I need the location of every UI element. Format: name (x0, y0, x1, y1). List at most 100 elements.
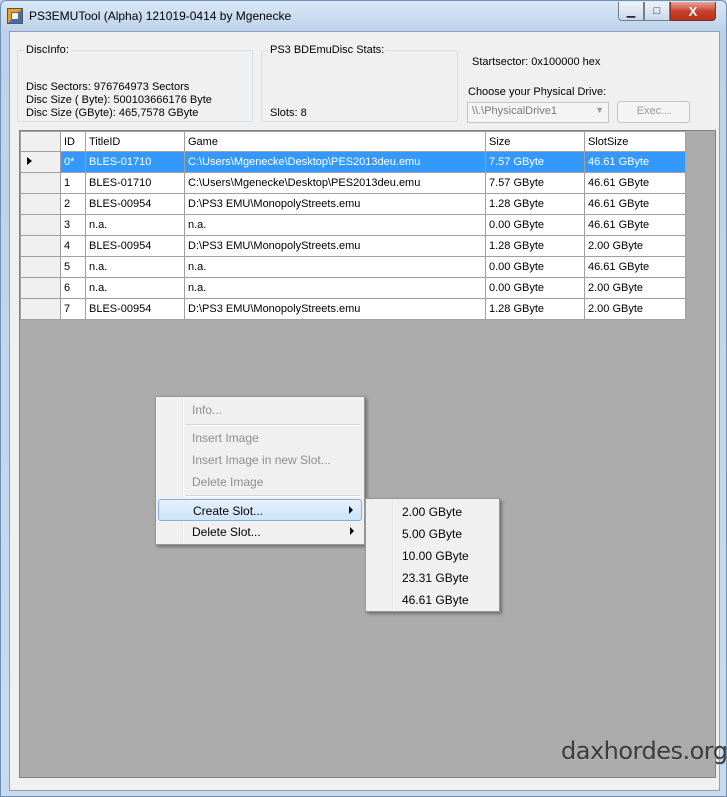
cell-id[interactable]: 6 (60, 277, 86, 299)
menu-item-insert-image[interactable]: Insert Image (158, 427, 362, 449)
submenu-item-10gb[interactable]: 10.00 GByte (368, 545, 497, 567)
cell-titleid[interactable]: n.a. (85, 214, 185, 236)
cell-size[interactable]: 1.28 GByte (485, 235, 585, 257)
minimize-button[interactable]: ▁ (618, 2, 644, 21)
menu-item-delete-slot[interactable]: Delete Slot... (158, 521, 362, 543)
cell-slotsize[interactable]: 2.00 GByte (584, 298, 686, 320)
cell-size[interactable]: 0.00 GByte (485, 256, 585, 278)
row-header[interactable] (20, 298, 61, 320)
submenu-item-46gb[interactable]: 46.61 GByte (368, 589, 497, 611)
menu-item-info[interactable]: Info... (158, 399, 362, 421)
table-row[interactable]: 7 BLES-00954 D:\PS3 EMU\MonopolyStreets.… (20, 298, 686, 320)
close-button[interactable]: X (670, 2, 716, 21)
cell-game[interactable]: D:\PS3 EMU\MonopolyStreets.emu (184, 235, 486, 257)
cell-id[interactable]: 3 (60, 214, 86, 236)
cell-size[interactable]: 0.00 GByte (485, 214, 585, 236)
cell-game[interactable]: n.a. (184, 214, 486, 236)
row-header[interactable] (20, 256, 61, 278)
cell-id[interactable]: 1 (60, 172, 86, 194)
cell-titleid[interactable]: BLES-00954 (85, 298, 185, 320)
table-row[interactable]: 0* BLES-01710 C:\Users\Mgenecke\Desktop\… (20, 151, 686, 173)
column-header-slotsize[interactable]: SlotSize (584, 131, 686, 152)
chevron-down-icon: ▼ (595, 105, 604, 115)
menu-item-insert-image-new-slot[interactable]: Insert Image in new Slot... (158, 449, 362, 471)
submenu-item-5gb[interactable]: 5.00 GByte (368, 523, 497, 545)
menu-item-create-slot[interactable]: Create Slot... (158, 499, 362, 521)
row-header[interactable] (20, 214, 61, 236)
cell-game[interactable]: D:\PS3 EMU\MonopolyStreets.emu (184, 193, 486, 215)
table-row[interactable]: 1 BLES-01710 C:\Users\Mgenecke\Desktop\P… (20, 172, 686, 194)
cell-slotsize[interactable]: 46.61 GByte (584, 214, 686, 236)
table-row[interactable]: 6 n.a. n.a. 0.00 GByte 2.00 GByte (20, 277, 686, 299)
disc-size-byte-text: Disc Size ( Byte): 500103666176 Byte (26, 94, 212, 106)
cell-size[interactable]: 1.28 GByte (485, 193, 585, 215)
watermark: daxhordes.org (561, 737, 727, 765)
menu-separator (186, 495, 360, 497)
cell-slotsize[interactable]: 2.00 GByte (584, 277, 686, 299)
submenu-item-23gb[interactable]: 23.31 GByte (368, 567, 497, 589)
column-header-titleid[interactable]: TitleID (85, 131, 185, 152)
menu-item-info-label: Info... (192, 403, 223, 417)
cell-game[interactable]: C:\Users\Mgenecke\Desktop\PES2013deu.emu (184, 151, 486, 173)
cell-titleid[interactable]: BLES-00954 (85, 235, 185, 257)
menu-item-create-slot-label: Create Slot... (193, 504, 264, 518)
table-row[interactable]: 3 n.a. n.a. 0.00 GByte 46.61 GByte (20, 214, 686, 236)
cell-game[interactable]: C:\Users\Mgenecke\Desktop\PES2013deu.emu (184, 172, 486, 194)
menu-separator (186, 424, 360, 426)
submenu-item-label: 23.31 GByte (402, 571, 469, 585)
cell-slotsize[interactable]: 46.61 GByte (584, 193, 686, 215)
row-header[interactable] (20, 151, 61, 173)
slots-table: ID TitleID Game Size SlotSize 0* BLES-01… (20, 131, 686, 320)
physical-drive-select[interactable]: \\.\PhysicalDrive1 ▼ (467, 102, 609, 123)
app-icon[interactable] (7, 8, 23, 24)
cell-slotsize[interactable]: 46.61 GByte (584, 151, 686, 173)
cell-id[interactable]: 7 (60, 298, 86, 320)
cell-titleid[interactable]: n.a. (85, 256, 185, 278)
menu-item-insert-image-new-slot-label: Insert Image in new Slot... (192, 453, 331, 467)
cell-id[interactable]: 5 (60, 256, 86, 278)
row-header[interactable] (20, 235, 61, 257)
cell-size[interactable]: 1.28 GByte (485, 298, 585, 320)
table-row[interactable]: 5 n.a. n.a. 0.00 GByte 46.61 GByte (20, 256, 686, 278)
disc-info-group: DiscInfo: Disc Sectors: 976764973 Sector… (17, 44, 253, 122)
submenu-item-label: 2.00 GByte (402, 505, 463, 519)
cell-slotsize[interactable]: 46.61 GByte (584, 172, 686, 194)
table-header-row: ID TitleID Game Size SlotSize (20, 131, 686, 152)
column-header-size[interactable]: Size (485, 131, 585, 152)
disc-size-gbyte-text: Disc Size (GByte): 465,7578 GByte (26, 107, 199, 119)
slots-grid[interactable]: ID TitleID Game Size SlotSize 0* BLES-01… (19, 130, 716, 778)
submenu-item-label: 10.00 GByte (402, 549, 469, 563)
submenu-item-2gb[interactable]: 2.00 GByte (368, 501, 497, 523)
cell-game[interactable]: D:\PS3 EMU\MonopolyStreets.emu (184, 298, 486, 320)
cell-titleid[interactable]: BLES-01710 (85, 151, 185, 173)
row-header[interactable] (20, 277, 61, 299)
emu-stats-group: PS3 BDEmuDisc Stats: Slots: 8 (261, 44, 458, 122)
cell-titleid[interactable]: BLES-01710 (85, 172, 185, 194)
menu-item-delete-image[interactable]: Delete Image (158, 471, 362, 493)
cell-size[interactable]: 7.57 GByte (485, 151, 585, 173)
cell-size[interactable]: 0.00 GByte (485, 277, 585, 299)
cell-slotsize[interactable]: 2.00 GByte (584, 235, 686, 257)
cell-slotsize[interactable]: 46.61 GByte (584, 256, 686, 278)
column-header-game[interactable]: Game (184, 131, 486, 152)
table-row[interactable]: 2 BLES-00954 D:\PS3 EMU\MonopolyStreets.… (20, 193, 686, 215)
title-bar[interactable]: PS3EMUTool (Alpha) 121019-0414 by Mgenec… (1, 1, 726, 31)
cell-id[interactable]: 2 (60, 193, 86, 215)
row-header[interactable] (20, 172, 61, 194)
cell-id[interactable]: 0* (60, 151, 86, 173)
maximize-button[interactable]: □ (644, 2, 670, 21)
cell-game[interactable]: n.a. (184, 256, 486, 278)
cell-titleid[interactable]: BLES-00954 (85, 193, 185, 215)
menu-item-delete-slot-label: Delete Slot... (192, 525, 261, 539)
cell-id[interactable]: 4 (60, 235, 86, 257)
exec-button[interactable]: Exec... (617, 101, 690, 123)
column-header-id[interactable]: ID (60, 131, 86, 152)
cell-game[interactable]: n.a. (184, 277, 486, 299)
submenu-arrow-icon (350, 527, 354, 535)
submenu-arrow-icon (349, 506, 353, 514)
table-row[interactable]: 4 BLES-00954 D:\PS3 EMU\MonopolyStreets.… (20, 235, 686, 257)
row-header[interactable] (20, 193, 61, 215)
cell-size[interactable]: 7.57 GByte (485, 172, 585, 194)
cell-titleid[interactable]: n.a. (85, 277, 185, 299)
menu-item-delete-image-label: Delete Image (192, 475, 264, 489)
